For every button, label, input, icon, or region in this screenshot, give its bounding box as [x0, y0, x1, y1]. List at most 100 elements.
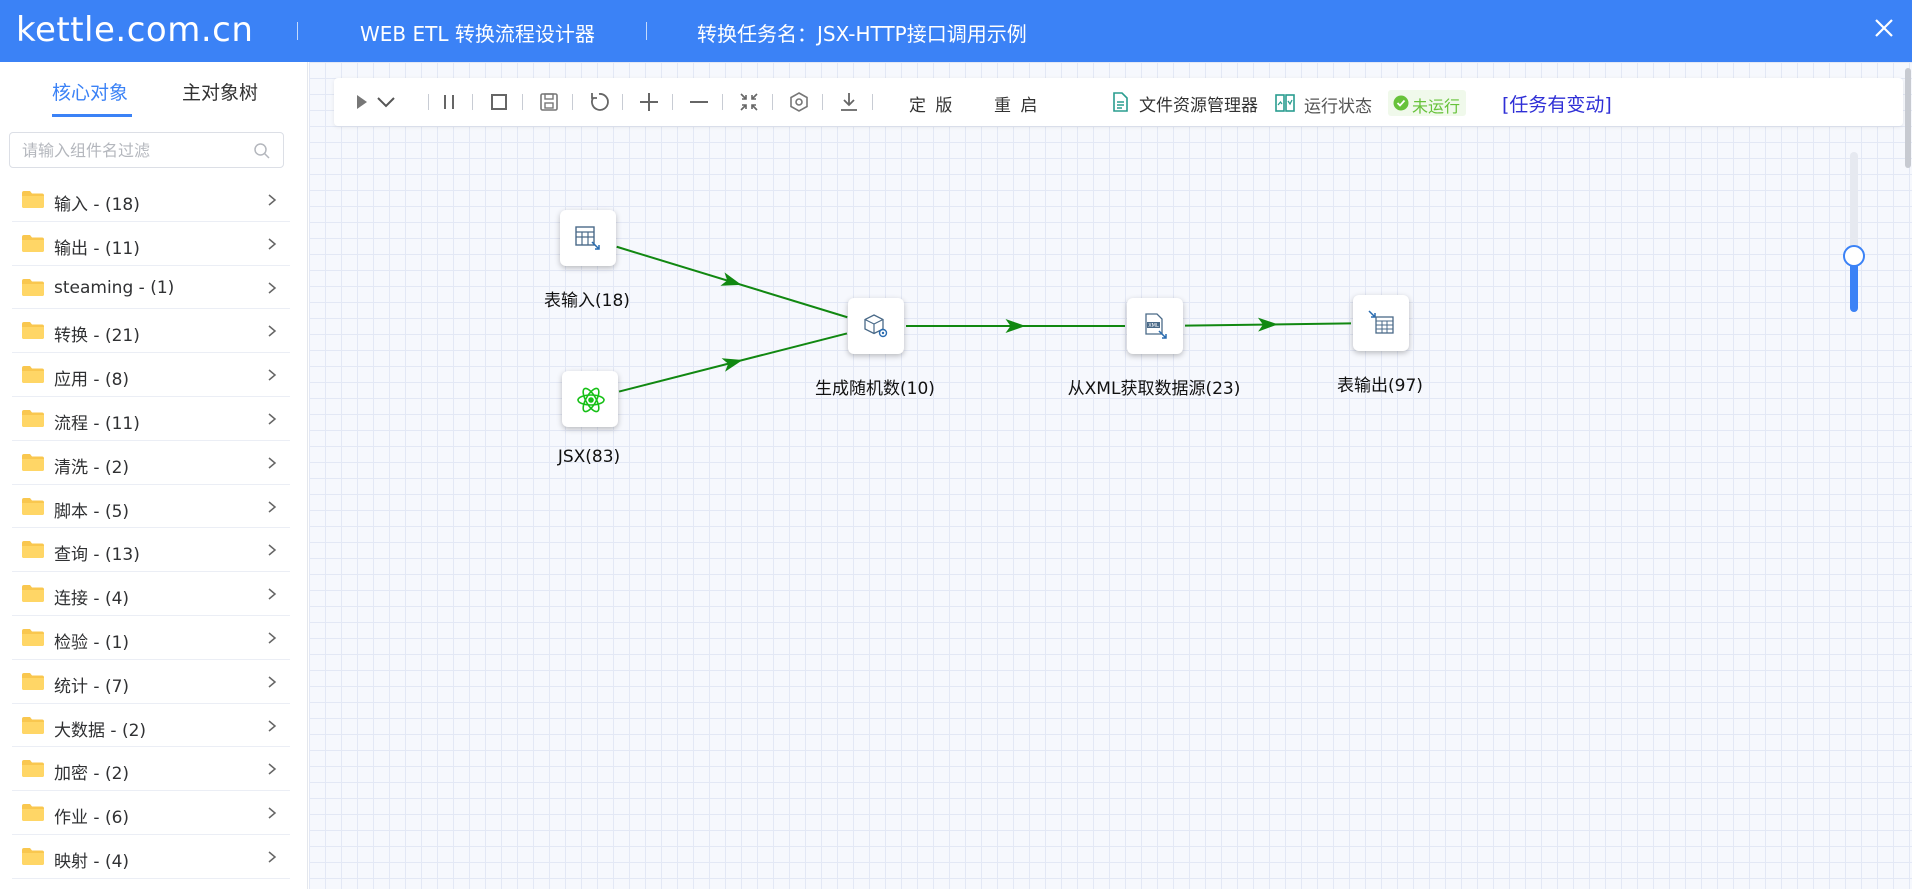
- category-item[interactable]: 统计 - (7): [12, 660, 290, 704]
- zoom-slider[interactable]: [1843, 152, 1865, 312]
- chevron-right-icon[interactable]: [266, 762, 278, 776]
- category-item[interactable]: 脚本 - (5): [12, 485, 290, 529]
- table-input-icon: [575, 226, 600, 250]
- search-icon[interactable]: [253, 142, 271, 160]
- folder-icon: [22, 716, 44, 734]
- category-item[interactable]: 输入 - (18): [12, 178, 290, 222]
- chevron-right-icon[interactable]: [266, 412, 278, 426]
- folder-icon: [22, 760, 44, 778]
- chevron-right-icon[interactable]: [266, 675, 278, 689]
- app-header: kettle.com.cn WEB ETL 转换流程设计器 转换任务名：JSX-…: [0, 0, 1912, 62]
- tab-main-object-tree[interactable]: 主对象树: [182, 78, 258, 105]
- category-item[interactable]: 流程 - (11): [12, 397, 290, 441]
- folder-icon: [22, 628, 44, 646]
- header-divider: [297, 22, 298, 40]
- node-label: 表输出(97): [1337, 376, 1423, 396]
- folder-icon: [22, 234, 44, 252]
- chevron-right-icon[interactable]: [266, 719, 278, 733]
- node-label: 生成随机数(10): [815, 379, 935, 399]
- category-item[interactable]: 映射 - (4): [12, 835, 290, 879]
- category-label: 流程 - (11): [54, 413, 140, 434]
- folder-icon: [22, 804, 44, 822]
- canvas-scrollbar[interactable]: [1905, 68, 1911, 168]
- close-icon[interactable]: [1872, 16, 1896, 40]
- xml-file-icon: XML: [1145, 313, 1167, 339]
- folder-icon: [22, 322, 44, 340]
- arrow-icon: [720, 272, 742, 286]
- category-item[interactable]: 作业 - (6): [12, 791, 290, 835]
- category-label: 加密 - (2): [54, 764, 130, 785]
- flow-edges: [616, 245, 1352, 393]
- category-label: 转换 - (21): [54, 326, 140, 347]
- node-label: JSX(83): [557, 447, 621, 467]
- category-item[interactable]: 转换 - (21): [12, 309, 290, 354]
- table-output-icon: [1368, 310, 1394, 334]
- node-table-input[interactable]: [560, 210, 616, 266]
- node-label: 表输入(18): [544, 291, 630, 311]
- chevron-right-icon[interactable]: [266, 324, 278, 338]
- category-item[interactable]: 加密 - (2): [12, 747, 290, 792]
- category-label: 输出 - (11): [54, 238, 140, 259]
- category-item[interactable]: steaming - (1): [12, 266, 290, 310]
- category-label: 清洗 - (2): [54, 457, 130, 478]
- category-label: 查询 - (13): [54, 545, 140, 566]
- category-label: 作业 - (6): [54, 808, 130, 829]
- node-xml[interactable]: XML: [1127, 298, 1183, 354]
- search-input[interactable]: [22, 139, 242, 161]
- folder-icon: [22, 847, 44, 865]
- sidebar-tabs: 核心对象 主对象树: [0, 62, 308, 122]
- category-item[interactable]: 清洗 - (2): [12, 441, 290, 485]
- node-jsx[interactable]: [562, 371, 618, 427]
- category-label: 连接 - (4): [54, 589, 130, 610]
- folder-icon: [22, 366, 44, 384]
- category-item[interactable]: 应用 - (8): [12, 353, 290, 397]
- folder-icon: [22, 585, 44, 603]
- folder-icon: [22, 409, 44, 427]
- chevron-right-icon[interactable]: [266, 543, 278, 557]
- chevron-right-icon[interactable]: [266, 193, 278, 207]
- category-item[interactable]: 连接 - (4): [12, 572, 290, 616]
- node-label: 从XML获取数据源(23): [1067, 379, 1241, 399]
- chevron-right-icon[interactable]: [266, 500, 278, 514]
- chevron-right-icon[interactable]: [266, 281, 278, 295]
- tab-core-objects[interactable]: 核心对象: [52, 78, 128, 105]
- arrow-icon: [721, 358, 743, 372]
- component-search: [9, 132, 284, 168]
- folder-icon: [22, 191, 44, 208]
- category-item[interactable]: 查询 - (13): [12, 528, 290, 573]
- category-label: 脚本 - (5): [54, 501, 130, 522]
- chevron-right-icon[interactable]: [266, 850, 278, 864]
- flow-canvas[interactable]: 定 版 重 启 文件资源管理器 运行状态 未运行 [任务有变动] 表输入(18): [309, 62, 1912, 889]
- folder-icon: [22, 672, 44, 690]
- folder-icon: [22, 453, 44, 471]
- designer-title: WEB ETL 转换流程设计器: [360, 22, 595, 46]
- folder-icon: [22, 278, 44, 296]
- zoom-slider-handle[interactable]: [1843, 245, 1865, 267]
- category-item[interactable]: 大数据 - (2): [12, 704, 290, 748]
- chevron-right-icon[interactable]: [266, 237, 278, 251]
- react-atom-icon: [577, 387, 605, 413]
- category-item[interactable]: 输出 - (11): [12, 222, 290, 266]
- category-item[interactable]: 检验 - (1): [12, 616, 290, 660]
- chevron-right-icon[interactable]: [266, 368, 278, 382]
- chevron-right-icon[interactable]: [266, 806, 278, 820]
- node-random[interactable]: [848, 298, 904, 354]
- svg-text:XML: XML: [1148, 323, 1159, 329]
- category-list: 输入 - (18) 输出 - (11) steaming - (1) 转换 - (21…: [12, 178, 290, 879]
- chevron-right-icon[interactable]: [266, 456, 278, 470]
- category-label: 映射 - (4): [54, 851, 130, 872]
- node-table-output[interactable]: [1353, 295, 1409, 351]
- category-label: 大数据 - (2): [54, 720, 147, 741]
- active-tab-indicator: [52, 114, 132, 117]
- random-cube-icon: [864, 314, 888, 338]
- header-divider: [646, 22, 647, 40]
- category-label: steaming - (1): [54, 277, 175, 298]
- folder-icon: [22, 541, 44, 559]
- category-label: 检验 - (1): [54, 632, 130, 653]
- component-sidebar: 核心对象 主对象树 输入 - (18) 输出 - (11) steaming - (…: [0, 62, 308, 889]
- chevron-right-icon[interactable]: [266, 631, 278, 645]
- chevron-right-icon[interactable]: [266, 587, 278, 601]
- category-label: 输入 - (18): [54, 195, 140, 215]
- category-label: 应用 - (8): [54, 370, 130, 391]
- brand-logo[interactable]: kettle.com.cn: [16, 10, 253, 50]
